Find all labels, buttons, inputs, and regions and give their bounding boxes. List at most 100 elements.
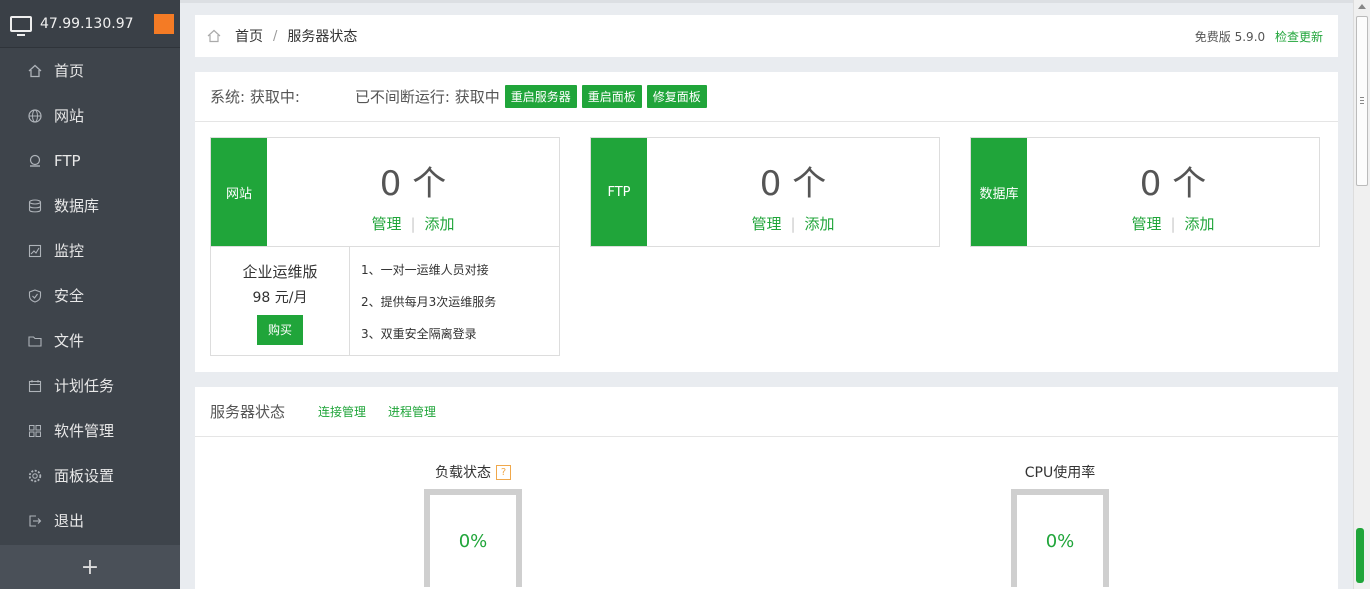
vertical-scrollbar[interactable] xyxy=(1353,0,1370,589)
ftp-manage-link[interactable]: 管理 xyxy=(751,215,781,233)
stat-actions: 管理 | 添加 xyxy=(267,213,559,234)
buy-button[interactable]: 购买 xyxy=(257,315,303,345)
breadcrumb-separator: / xyxy=(273,28,278,44)
enterprise-plan-card: 企业运维版 98 元/月 购买 1、一对一运维人员对接 2、提供每月3次运维服务… xyxy=(210,246,560,356)
sidebar-item-software[interactable]: 软件管理 xyxy=(0,408,180,453)
sidebar-item-database[interactable]: 数据库 xyxy=(0,183,180,228)
process-manage-link[interactable]: 进程管理 xyxy=(388,403,436,420)
breadcrumb: 首页 / 服务器状态 免费版 5.9.0 检查更新 xyxy=(195,15,1338,57)
help-icon[interactable]: ? xyxy=(496,464,511,480)
gauge-ring: 0% xyxy=(424,489,522,587)
sidebar-item-label: 数据库 xyxy=(54,197,100,215)
notification-badge[interactable] xyxy=(154,14,174,34)
sidebar-item-ftp[interactable]: FTP xyxy=(0,138,180,183)
grip-line xyxy=(1360,97,1364,98)
folder-icon xyxy=(27,333,43,349)
sidebar: 47.99.130.97 首页 网站 FTP 数据库 监控 安全 文件 计划任务… xyxy=(0,0,180,589)
grip-line xyxy=(1360,103,1364,104)
version-label: 免费版 5.9.0 xyxy=(1194,30,1266,44)
gauge-value: 0% xyxy=(458,530,488,552)
website-add-link[interactable]: 添加 xyxy=(425,215,455,233)
stat-label: 数据库 xyxy=(971,138,1027,246)
sidebar-item-label: 监控 xyxy=(54,242,85,260)
stat-label: 网站 xyxy=(211,138,267,246)
sidebar-item-monitor[interactable]: 监控 xyxy=(0,228,180,273)
system-overview: 系统: 获取中: 已不间断运行: 获取中 重启服务器 重启面板 修复面板 网站 … xyxy=(195,72,1338,372)
server-status-panel: 服务器状态 连接管理 进程管理 负载状态 ? 0% CPU使用率 0% xyxy=(195,387,1338,589)
sidebar-item-website[interactable]: 网站 xyxy=(0,93,180,138)
grid-icon xyxy=(27,423,43,439)
sidebar-item-settings[interactable]: 面板设置 xyxy=(0,453,180,498)
version-info: 免费版 5.9.0 检查更新 xyxy=(1195,28,1323,45)
system-info-bar: 系统: 获取中: 已不间断运行: 获取中 重启服务器 重启面板 修复面板 xyxy=(195,72,1338,122)
sidebar-item-label: 安全 xyxy=(54,287,85,305)
load-gauge: 负载状态 ? 0% xyxy=(393,462,553,587)
stat-count: 0 个 xyxy=(759,164,827,204)
system-os: 系统: 获取中: xyxy=(210,88,300,106)
gauge-title: CPU使用率 xyxy=(1024,465,1096,481)
gauge-title-row: CPU使用率 xyxy=(980,462,1140,482)
website-stat-card: 网站 0 个 管理 | 添加 xyxy=(210,137,560,247)
plan-title: 企业运维版 xyxy=(242,263,318,281)
scroll-indicator xyxy=(1356,528,1364,583)
sidebar-item-label: FTP xyxy=(54,151,81,170)
server-status-title: 服务器状态 xyxy=(210,403,286,421)
gauge-title: 负载状态 xyxy=(435,465,491,481)
divider: | xyxy=(790,215,796,233)
sidebar-item-label: 首页 xyxy=(54,62,85,80)
scrollbar-thumb[interactable] xyxy=(1356,16,1368,186)
home-icon xyxy=(27,63,43,79)
server-status-header: 服务器状态 连接管理 进程管理 xyxy=(195,387,1338,437)
database-manage-link[interactable]: 管理 xyxy=(1131,215,1161,233)
sidebar-item-label: 软件管理 xyxy=(54,422,115,440)
divider: | xyxy=(1170,215,1176,233)
divider: | xyxy=(410,215,416,233)
database-icon xyxy=(27,198,43,214)
calendar-icon xyxy=(27,378,43,394)
home-icon[interactable] xyxy=(207,29,221,43)
database-add-link[interactable]: 添加 xyxy=(1185,215,1215,233)
gauge-title-row: 负载状态 ? xyxy=(393,462,553,482)
gauge-value: 0% xyxy=(1045,530,1075,552)
add-button[interactable]: + xyxy=(0,545,180,589)
sidebar-menu: 首页 网站 FTP 数据库 监控 安全 文件 计划任务 软件管理 面板设置 退出 xyxy=(0,48,180,543)
monitor-icon xyxy=(10,15,32,36)
stat-actions: 管理 | 添加 xyxy=(1027,213,1319,234)
sidebar-item-cron[interactable]: 计划任务 xyxy=(0,363,180,408)
system-uptime: 已不间断运行: 获取中 xyxy=(354,88,500,106)
check-update-link[interactable]: 检查更新 xyxy=(1275,30,1323,44)
restart-panel-button[interactable]: 重启面板 xyxy=(581,85,642,108)
stat-label: FTP xyxy=(591,138,647,246)
restart-server-button[interactable]: 重启服务器 xyxy=(504,85,577,108)
sidebar-item-label: 退出 xyxy=(54,512,85,530)
plan-feature: 3、双重安全隔离登录 xyxy=(361,327,477,341)
globe-icon xyxy=(27,108,43,124)
server-header: 47.99.130.97 xyxy=(0,0,180,48)
plan-price: 98 元/月 xyxy=(252,290,308,306)
sidebar-item-logout[interactable]: 退出 xyxy=(0,498,180,543)
website-manage-link[interactable]: 管理 xyxy=(371,215,401,233)
sidebar-item-label: 文件 xyxy=(54,332,85,350)
sidebar-item-security[interactable]: 安全 xyxy=(0,273,180,318)
database-stat-card: 数据库 0 个 管理 | 添加 xyxy=(970,137,1320,247)
breadcrumb-home-link[interactable]: 首页 xyxy=(235,26,263,46)
stat-actions: 管理 | 添加 xyxy=(647,213,939,234)
sidebar-item-home[interactable]: 首页 xyxy=(0,48,180,93)
logout-icon xyxy=(27,513,43,529)
plan-feature: 2、提供每月3次运维服务 xyxy=(361,295,497,309)
repair-panel-button[interactable]: 修复面板 xyxy=(646,85,707,108)
server-ip: 47.99.130.97 xyxy=(40,15,134,32)
sidebar-item-label: 面板设置 xyxy=(54,467,115,485)
cpu-gauge: CPU使用率 0% xyxy=(980,462,1140,587)
gauge-ring: 0% xyxy=(1011,489,1109,587)
plan-summary: 企业运维版 98 元/月 购买 xyxy=(211,247,350,355)
connection-manage-link[interactable]: 连接管理 xyxy=(318,403,366,420)
stat-count: 0 个 xyxy=(379,164,447,204)
sidebar-item-label: 计划任务 xyxy=(54,377,115,395)
sidebar-item-files[interactable]: 文件 xyxy=(0,318,180,363)
scroll-up-icon[interactable] xyxy=(1358,4,1366,9)
gear-icon xyxy=(27,468,43,484)
plan-feature: 1、一对一运维人员对接 xyxy=(361,263,489,277)
ftp-add-link[interactable]: 添加 xyxy=(805,215,835,233)
monitor-icon xyxy=(27,243,43,259)
